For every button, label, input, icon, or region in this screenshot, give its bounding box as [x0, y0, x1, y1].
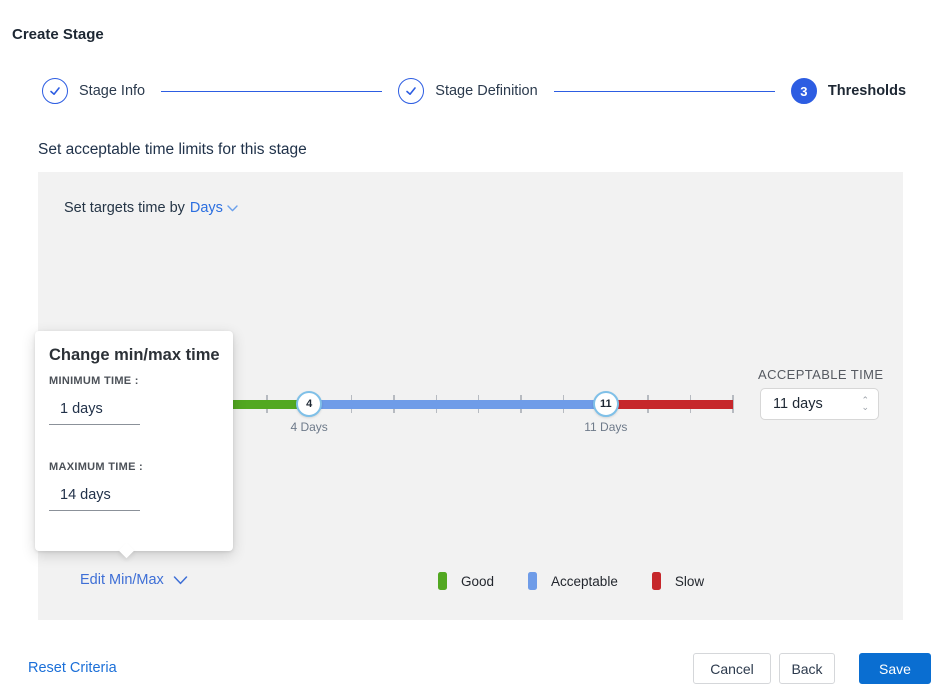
- chevron-down-icon: [227, 204, 238, 211]
- step-complete-icon: [42, 78, 68, 104]
- spinner-down-icon[interactable]: ⌄: [861, 403, 869, 412]
- acceptable-swatch: [528, 572, 538, 590]
- step-label: Stage Definition: [435, 83, 538, 99]
- edit-minmax-label: Edit Min/Max: [80, 572, 164, 588]
- section-heading: Set acceptable time limits for this stag…: [38, 141, 307, 158]
- step-complete-icon: [398, 78, 425, 104]
- slider-handle[interactable]: 4: [296, 391, 323, 417]
- time-range-slider: 4 4 Days 11 11 Days: [181, 390, 734, 460]
- wizard-stepper: Stage Info Stage Definition 3 Thresholds: [42, 77, 906, 105]
- legend-item-good: Good: [438, 572, 494, 590]
- acceptable-time-label: ACCEPTABLE TIME: [758, 367, 884, 382]
- cancel-button[interactable]: Cancel: [693, 653, 771, 684]
- segment-acceptable: [309, 399, 606, 409]
- legend-label: Good: [461, 573, 495, 589]
- chevron-down-icon: [173, 575, 188, 584]
- stepper-connector: [553, 90, 775, 92]
- target-unit-dropdown[interactable]: Days: [190, 200, 238, 216]
- page-title: Create Stage: [12, 26, 104, 43]
- segment-slow: [605, 399, 733, 409]
- reset-criteria-link[interactable]: Reset Criteria: [28, 660, 117, 676]
- change-minmax-popover: Change min/max time MINIMUM TIME : 1 day…: [35, 331, 233, 559]
- save-button[interactable]: Save: [859, 653, 931, 684]
- number-spinner: ⌃ ⌄: [861, 396, 878, 412]
- step-stage-info[interactable]: Stage Info: [42, 78, 145, 104]
- slider-handle[interactable]: 11: [592, 391, 619, 417]
- step-number-badge: 3: [790, 78, 817, 104]
- legend-item-slow: Slow: [651, 572, 705, 590]
- handle-day-label: 11 Days: [584, 420, 628, 434]
- legend-label: Slow: [674, 573, 705, 589]
- minimum-time-label: MINIMUM TIME :: [49, 375, 139, 387]
- slider-legend: Good Acceptable Slow: [438, 572, 738, 590]
- edit-minmax-toggle[interactable]: Edit Min/Max: [80, 572, 188, 588]
- step-label: Thresholds: [827, 83, 907, 99]
- target-time-row: Set targets time by Days: [64, 200, 238, 216]
- step-stage-definition[interactable]: Stage Definition: [398, 78, 538, 104]
- acceptable-time-value: 11 days: [773, 396, 823, 412]
- maximum-time-label: MAXIMUM TIME :: [49, 461, 144, 473]
- legend-item-acceptable: Acceptable: [528, 572, 618, 590]
- legend-label: Acceptable: [551, 573, 618, 589]
- acceptable-time-input[interactable]: 11 days ⌃ ⌄: [760, 388, 879, 420]
- back-button[interactable]: Back: [779, 653, 835, 684]
- input-underline: [49, 510, 140, 511]
- slider-track[interactable]: [182, 399, 733, 409]
- good-swatch: [438, 572, 447, 590]
- step-label: Stage Info: [79, 83, 146, 99]
- target-prefix-text: Set targets time by: [64, 200, 185, 216]
- handle-day-label: 4 Days: [290, 420, 328, 434]
- stepper-connector: [161, 90, 383, 92]
- maximum-time-input[interactable]: 14 days: [60, 487, 111, 503]
- popover-title: Change min/max time: [49, 346, 220, 364]
- create-stage-dialog: Create Stage Stage Info Stage Definition…: [0, 0, 943, 699]
- target-unit-value: Days: [189, 200, 223, 216]
- step-thresholds[interactable]: 3 Thresholds: [790, 78, 907, 104]
- minimum-time-input[interactable]: 1 days: [60, 401, 103, 417]
- input-underline: [49, 424, 140, 425]
- slow-swatch: [651, 572, 661, 590]
